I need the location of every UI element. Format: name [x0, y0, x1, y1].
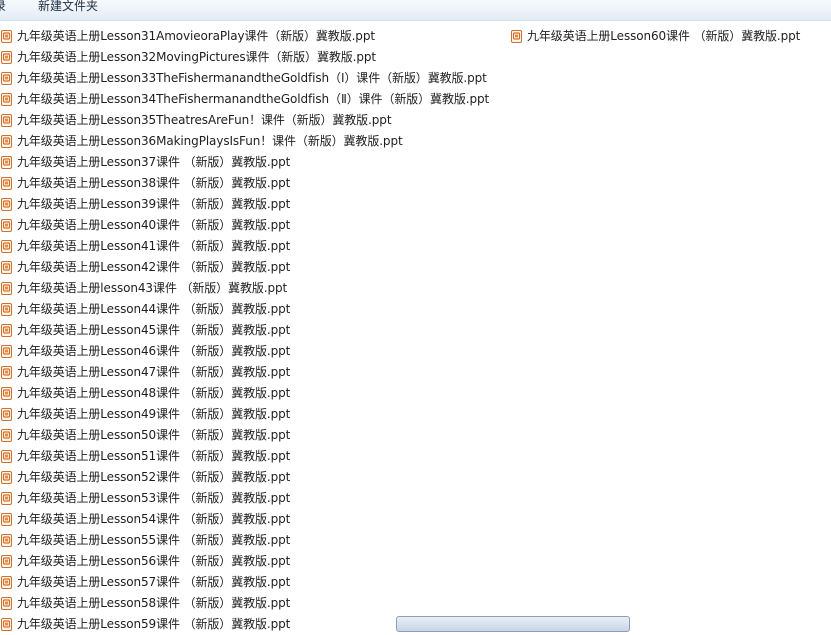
- file-name: 九年级英语上册Lesson37课件 （新版）冀教版.ppt: [17, 155, 291, 169]
- new-folder-button[interactable]: 新建文件夹: [38, 0, 98, 14]
- file-item[interactable]: 九年级英语上册Lesson45课件 （新版）冀教版.ppt: [1, 320, 290, 341]
- file-name: 九年级英语上册Lesson46课件 （新版）冀教版.ppt: [17, 344, 291, 358]
- file-item[interactable]: 九年级英语上册Lesson57课件 （新版）冀教版.ppt: [1, 572, 290, 593]
- file-name: 九年级英语上册Lesson41课件 （新版）冀教版.ppt: [17, 239, 291, 253]
- ppt-file-icon: [1, 471, 12, 484]
- ppt-file-icon: [1, 513, 12, 526]
- ppt-file-icon: [1, 534, 12, 547]
- file-item[interactable]: 九年级英语上册Lesson49课件 （新版）冀教版.ppt: [1, 404, 290, 425]
- ppt-file-icon: [511, 30, 522, 43]
- file-item[interactable]: 九年级英语上册Lesson60课件 （新版）冀教版.ppt: [511, 26, 800, 47]
- ppt-file-icon: [1, 387, 12, 400]
- ppt-file-icon: [1, 261, 12, 274]
- file-item[interactable]: 九年级英语上册Lesson31AmovieoraPlay课件（新版）冀教版.pp…: [1, 26, 375, 47]
- file-name: 九年级英语上册Lesson57课件 （新版）冀教版.ppt: [17, 575, 291, 589]
- ppt-file-icon: [1, 576, 12, 589]
- file-name: 九年级英语上册Lesson39课件 （新版）冀教版.ppt: [17, 197, 291, 211]
- file-name: 九年级英语上册Lesson40课件 （新版）冀教版.ppt: [17, 218, 291, 232]
- file-item[interactable]: 九年级英语上册Lesson39课件 （新版）冀教版.ppt: [1, 194, 290, 215]
- file-name: 九年级英语上册Lesson44课件 （新版）冀教版.ppt: [17, 302, 291, 316]
- ppt-file-icon: [1, 555, 12, 568]
- file-name: 九年级英语上册Lesson35TheatresAreFun！课件（新版）冀教版.…: [17, 113, 392, 127]
- ppt-file-icon: [1, 429, 12, 442]
- file-name: 九年级英语上册Lesson48课件 （新版）冀教版.ppt: [17, 386, 291, 400]
- toolbar-truncated-button[interactable]: 录: [0, 0, 6, 14]
- file-item[interactable]: 九年级英语上册Lesson34TheFishermanandtheGoldfis…: [1, 89, 489, 110]
- file-item[interactable]: 九年级英语上册Lesson38课件 （新版）冀教版.ppt: [1, 173, 290, 194]
- file-item[interactable]: 九年级英语上册Lesson32MovingPictures课件（新版）冀教版.p…: [1, 47, 376, 68]
- file-name: 九年级英语上册Lesson38课件 （新版）冀教版.ppt: [17, 176, 291, 190]
- file-item[interactable]: 九年级英语上册Lesson35TheatresAreFun！课件（新版）冀教版.…: [1, 110, 392, 131]
- ppt-file-icon: [1, 177, 12, 190]
- file-name: 九年级英语上册Lesson55课件 （新版）冀教版.ppt: [17, 533, 291, 547]
- ppt-file-icon: [1, 135, 12, 148]
- file-item[interactable]: 九年级英语上册Lesson53课件 （新版）冀教版.ppt: [1, 488, 290, 509]
- file-item[interactable]: 九年级英语上册Lesson48课件 （新版）冀教版.ppt: [1, 383, 290, 404]
- ppt-file-icon: [1, 51, 12, 64]
- file-name: 九年级英语上册Lesson59课件 （新版）冀教版.ppt: [17, 617, 291, 631]
- file-name: 九年级英语上册Lesson36MakingPlaysIsFun！课件（新版）冀教…: [17, 134, 403, 148]
- ppt-file-icon: [1, 597, 12, 610]
- file-name: 九年级英语上册Lesson31AmovieoraPlay课件（新版）冀教版.pp…: [17, 29, 375, 43]
- file-name: 九年级英语上册Lesson60课件 （新版）冀教版.ppt: [527, 29, 801, 43]
- file-name: 九年级英语上册Lesson52课件 （新版）冀教版.ppt: [17, 470, 291, 484]
- file-name: 九年级英语上册Lesson45课件 （新版）冀教版.ppt: [17, 323, 291, 337]
- ppt-file-icon: [1, 114, 12, 127]
- ppt-file-icon: [1, 240, 12, 253]
- file-item[interactable]: 九年级英语上册Lesson59课件 （新版）冀教版.ppt: [1, 614, 290, 635]
- file-name: 九年级英语上册Lesson54课件 （新版）冀教版.ppt: [17, 512, 291, 526]
- file-item[interactable]: 九年级英语上册Lesson33TheFishermanandtheGoldfis…: [1, 68, 487, 89]
- horizontal-scrollbar-thumb[interactable]: [396, 616, 630, 632]
- ppt-file-icon: [1, 282, 12, 295]
- file-name: 九年级英语上册Lesson50课件 （新版）冀教版.ppt: [17, 428, 291, 442]
- ppt-file-icon: [1, 324, 12, 337]
- ppt-file-icon: [1, 492, 12, 505]
- ppt-file-icon: [1, 450, 12, 463]
- ppt-file-icon: [1, 72, 12, 85]
- ppt-file-icon: [1, 366, 12, 379]
- ppt-file-icon: [1, 156, 12, 169]
- file-item[interactable]: 九年级英语上册Lesson51课件 （新版）冀教版.ppt: [1, 446, 290, 467]
- file-item[interactable]: 九年级英语上册Lesson54课件 （新版）冀教版.ppt: [1, 509, 290, 530]
- file-name: 九年级英语上册Lesson34TheFishermanandtheGoldfis…: [17, 92, 490, 106]
- file-item[interactable]: 九年级英语上册Lesson47课件 （新版）冀教版.ppt: [1, 362, 290, 383]
- ppt-file-icon: [1, 93, 12, 106]
- file-item[interactable]: 九年级英语上册Lesson50课件 （新版）冀教版.ppt: [1, 425, 290, 446]
- file-item[interactable]: 九年级英语上册Lesson52课件 （新版）冀教版.ppt: [1, 467, 290, 488]
- file-item[interactable]: 九年级英语上册Lesson37课件 （新版）冀教版.ppt: [1, 152, 290, 173]
- file-name: 九年级英语上册Lesson47课件 （新版）冀教版.ppt: [17, 365, 291, 379]
- ppt-file-icon: [1, 408, 12, 421]
- file-item[interactable]: 九年级英语上册Lesson56课件 （新版）冀教版.ppt: [1, 551, 290, 572]
- ppt-file-icon: [1, 30, 12, 43]
- file-item[interactable]: 九年级英语上册Lesson36MakingPlaysIsFun！课件（新版）冀教…: [1, 131, 403, 152]
- file-name: 九年级英语上册Lesson49课件 （新版）冀教版.ppt: [17, 407, 291, 421]
- file-name: 九年级英语上册lesson43课件 （新版）冀教版.ppt: [17, 281, 288, 295]
- file-item[interactable]: 九年级英语上册lesson43课件 （新版）冀教版.ppt: [1, 278, 287, 299]
- toolbar: 录 新建文件夹: [0, 0, 831, 21]
- file-item[interactable]: 九年级英语上册Lesson58课件 （新版）冀教版.ppt: [1, 593, 290, 614]
- file-name: 九年级英语上册Lesson51课件 （新版）冀教版.ppt: [17, 449, 291, 463]
- file-item[interactable]: 九年级英语上册Lesson41课件 （新版）冀教版.ppt: [1, 236, 290, 257]
- ppt-file-icon: [1, 618, 12, 631]
- file-item[interactable]: 九年级英语上册Lesson46课件 （新版）冀教版.ppt: [1, 341, 290, 362]
- ppt-file-icon: [1, 303, 12, 316]
- file-name: 九年级英语上册Lesson58课件 （新版）冀教版.ppt: [17, 596, 291, 610]
- file-name: 九年级英语上册Lesson33TheFishermanandtheGoldfis…: [17, 71, 487, 85]
- ppt-file-icon: [1, 219, 12, 232]
- ppt-file-icon: [1, 345, 12, 358]
- file-name: 九年级英语上册Lesson53课件 （新版）冀教版.ppt: [17, 491, 291, 505]
- file-item[interactable]: 九年级英语上册Lesson40课件 （新版）冀教版.ppt: [1, 215, 290, 236]
- ppt-file-icon: [1, 198, 12, 211]
- file-name: 九年级英语上册Lesson56课件 （新版）冀教版.ppt: [17, 554, 291, 568]
- file-item[interactable]: 九年级英语上册Lesson42课件 （新版）冀教版.ppt: [1, 257, 290, 278]
- file-item[interactable]: 九年级英语上册Lesson55课件 （新版）冀教版.ppt: [1, 530, 290, 551]
- file-name: 九年级英语上册Lesson32MovingPictures课件（新版）冀教版.p…: [17, 50, 377, 64]
- file-item[interactable]: 九年级英语上册Lesson44课件 （新版）冀教版.ppt: [1, 299, 290, 320]
- file-name: 九年级英语上册Lesson42课件 （新版）冀教版.ppt: [17, 260, 291, 274]
